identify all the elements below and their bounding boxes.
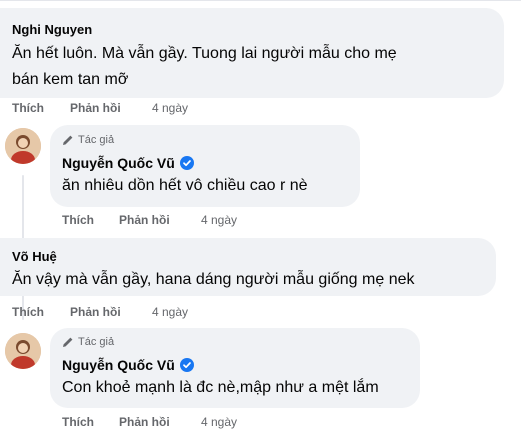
reply-button[interactable]: Phản hồi xyxy=(70,305,121,319)
comment-author[interactable]: Nghi Nguyen xyxy=(12,22,92,37)
verified-badge-icon xyxy=(179,358,194,372)
like-button[interactable]: Thích xyxy=(62,415,94,429)
comment-text: Ăn hết luôn. Mà vẫn gầy. Tuong lai người… xyxy=(12,45,397,62)
pencil-icon xyxy=(63,337,73,347)
comment-bubble: Tác giả Nguyễn Quốc Vũ ăn nhiêu dồn hết … xyxy=(50,125,360,207)
comment-author[interactable]: Nguyễn Quốc Vũ xyxy=(62,155,175,171)
comment-text: Con khoẻ mạnh là đc nè,mập như a mệt lắm xyxy=(62,379,379,396)
verified-badge-icon xyxy=(179,156,194,170)
avatar-image xyxy=(5,333,41,369)
comment-timestamp[interactable]: 4 ngày xyxy=(201,415,237,429)
author-badge-label: Tác giả xyxy=(78,336,115,348)
reply-button[interactable]: Phản hồi xyxy=(119,213,170,227)
reply-button[interactable]: Phản hồi xyxy=(119,415,170,429)
like-button[interactable]: Thích xyxy=(12,101,44,115)
comment-author[interactable]: Nguyễn Quốc Vũ xyxy=(62,357,175,373)
comment-text: Ăn vậy mà vẫn gầy, hana dáng người mẫu g… xyxy=(12,271,415,288)
comment-text: ăn nhiêu dồn hết vô chiều cao r nè xyxy=(62,177,308,194)
comment-timestamp[interactable]: 4 ngày xyxy=(152,305,188,319)
avatar[interactable] xyxy=(5,333,41,369)
comment-author-row: Nguyễn Quốc Vũ xyxy=(62,357,194,373)
comment-author-row: Nguyễn Quốc Vũ xyxy=(62,155,194,171)
comment-thread: Nghi Nguyen Ăn hết luôn. Mà vẫn gầy. Tuo… xyxy=(0,0,521,431)
comment-author[interactable]: Võ Huệ xyxy=(12,249,57,264)
like-button[interactable]: Thích xyxy=(12,305,44,319)
author-badge-label: Tác giả xyxy=(78,134,115,146)
avatar[interactable] xyxy=(5,128,41,164)
reply-button[interactable]: Phản hồi xyxy=(70,101,121,115)
divider xyxy=(0,0,521,1)
comment-bubble: Tác giả Nguyễn Quốc Vũ Con khoẻ mạnh là … xyxy=(50,328,420,408)
comment-text-line2: bán kem tan mỡ xyxy=(12,71,129,88)
author-badge: Tác giả xyxy=(62,134,114,146)
comment-timestamp[interactable]: 4 ngày xyxy=(201,213,237,227)
avatar-image xyxy=(5,128,41,164)
comment-bubble: Võ Huệ Ăn vậy mà vẫn gầy, hana dáng ngườ… xyxy=(0,238,496,296)
author-badge: Tác giả xyxy=(62,336,114,348)
comment-timestamp[interactable]: 4 ngày xyxy=(152,101,188,115)
comment-bubble: Nghi Nguyen Ăn hết luôn. Mà vẫn gầy. Tuo… xyxy=(0,8,504,98)
pencil-icon xyxy=(63,135,73,145)
like-button[interactable]: Thích xyxy=(62,213,94,227)
